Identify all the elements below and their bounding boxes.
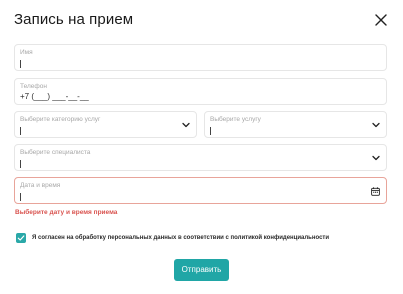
chevron-down-icon — [372, 122, 380, 128]
phone-field[interactable]: Телефон +7 (___) ___-__-__ — [14, 78, 387, 105]
phone-value: +7 (___) ___-__-__ — [20, 92, 89, 101]
name-field[interactable]: Имя — [14, 44, 387, 71]
modal-title: Запись на прием — [14, 11, 134, 28]
specialist-label: Выберите специалиста — [20, 149, 91, 156]
text-cursor — [20, 60, 21, 68]
category-select[interactable]: Выберите категорию услуг — [14, 111, 197, 138]
chevron-down-icon — [182, 122, 190, 128]
text-cursor — [210, 127, 211, 135]
chevron-down-icon — [372, 155, 380, 161]
appointment-modal: Запись на прием Имя Телефон +7 (___) ___… — [0, 0, 403, 294]
service-label: Выберите услугу — [210, 116, 261, 123]
text-cursor — [20, 127, 21, 135]
consent-checkbox[interactable] — [16, 233, 26, 243]
datetime-field[interactable]: Дата и время — [14, 177, 387, 204]
datetime-label: Дата и время — [20, 182, 61, 189]
close-icon[interactable] — [373, 12, 389, 28]
text-cursor — [20, 193, 21, 201]
consent-label: Я согласен на обработку персональных дан… — [32, 235, 330, 241]
submit-button[interactable]: Отправить — [174, 259, 229, 281]
text-cursor — [20, 160, 21, 168]
datetime-error-message: Выберите дату и время приема — [15, 209, 118, 216]
specialist-select[interactable]: Выберите специалиста — [14, 144, 387, 171]
phone-label: Телефон — [20, 83, 47, 90]
name-label: Имя — [20, 49, 33, 56]
calendar-icon[interactable] — [371, 187, 380, 196]
check-icon — [17, 235, 25, 241]
category-label: Выберите категорию услуг — [20, 116, 101, 123]
service-select[interactable]: Выберите услугу — [204, 111, 387, 138]
